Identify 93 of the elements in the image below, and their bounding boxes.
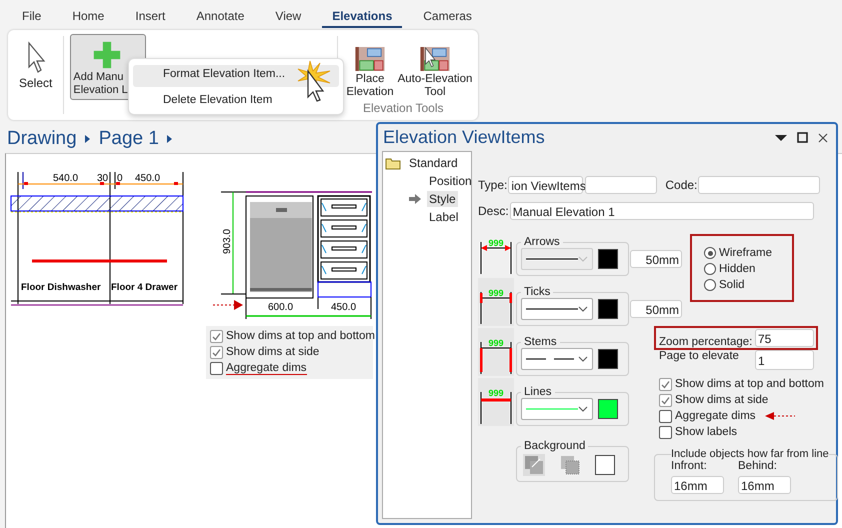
size-field[interactable]: 50mm: [630, 300, 682, 318]
dimension-label: 540.0: [53, 173, 78, 184]
pattern-icon[interactable]: [523, 454, 545, 476]
dimension-label: 450.0: [331, 302, 356, 313]
field-label: Type:: [478, 178, 508, 192]
window-title: Elevation ViewItems: [383, 127, 545, 148]
infront-field[interactable]: 16mm: [671, 476, 724, 494]
tree-item[interactable]: Position: [427, 173, 474, 189]
tree-item[interactable]: Label: [427, 209, 460, 225]
tree-item[interactable]: Style: [427, 191, 458, 207]
color-swatch[interactable]: [598, 349, 618, 369]
chevron-down-icon[interactable]: [578, 306, 588, 312]
checkbox-label: Show dims at side: [226, 346, 320, 358]
radio-button[interactable]: [704, 279, 716, 291]
field-label: Behind:: [738, 460, 778, 472]
arrow-icon: [409, 194, 421, 204]
group-title: Include objects how far from line: [671, 448, 829, 460]
menu-tab[interactable]: Home: [62, 2, 114, 28]
menu-tab[interactable]: Cameras: [413, 2, 482, 28]
line-style-dropdown[interactable]: [521, 348, 593, 370]
folder-icon: [385, 156, 401, 170]
checkbox[interactable]: [210, 346, 223, 358]
chevron-down-icon[interactable]: [578, 406, 588, 412]
group-title: Arrows: [523, 236, 561, 248]
chevron-icon[interactable]: [166, 134, 173, 144]
dimension-label: 600.0: [268, 302, 294, 313]
menu-tab[interactable]: Annotate: [186, 2, 254, 28]
cabinet-label: Floor Dishwasher: [21, 282, 101, 293]
code-field[interactable]: [698, 176, 820, 194]
elevation-cursor-icon: [418, 47, 452, 71]
group-title: Background: [523, 440, 586, 452]
radio-label: Wireframe: [719, 247, 772, 259]
field-label: Code:: [665, 178, 698, 192]
field-label: Infront:: [671, 460, 708, 472]
dropdown-icon[interactable]: [775, 134, 787, 142]
color-swatch[interactable]: [598, 399, 618, 419]
group-title: Lines: [523, 386, 552, 398]
type-field[interactable]: ion ViewItems: [508, 176, 584, 194]
checkbox-label: Aggregate dims: [675, 410, 756, 422]
checkbox[interactable]: [659, 378, 672, 390]
dimension-label: 30: [97, 173, 108, 184]
checkbox[interactable]: [659, 410, 672, 422]
dimension-label: 903.0: [222, 228, 233, 254]
field-label: Zoom percentage:: [659, 336, 752, 348]
pattern-icon[interactable]: [559, 454, 581, 476]
menu-item[interactable]: Format Elevation Item...: [133, 65, 339, 87]
breadcrumb-item[interactable]: Drawing: [7, 128, 77, 150]
maximize-icon[interactable]: [797, 132, 808, 143]
cabinet-label: Floor 4 Drawer: [111, 282, 178, 293]
close-icon[interactable]: [818, 132, 828, 142]
dimension-label: 450.0: [135, 173, 160, 184]
line-style-dropdown[interactable]: [521, 298, 593, 320]
field-label: Page to elevate: [659, 350, 739, 362]
radio-button[interactable]: [704, 263, 716, 275]
tree-item[interactable]: Standard: [407, 155, 460, 171]
arrow-icon: [212, 300, 243, 310]
menu-tab[interactable]: File: [12, 2, 52, 28]
checkbox-label: Aggregate dims: [226, 362, 307, 374]
radio-label: Hidden: [719, 263, 756, 275]
checkbox[interactable]: [210, 330, 223, 342]
field-label: Desc:: [478, 204, 509, 218]
checkbox-label: Show dims at top and bottom: [226, 330, 375, 342]
menu-tab[interactable]: Insert: [125, 2, 176, 28]
ribbon-button[interactable]: Place Elevation: [344, 40, 396, 102]
dimension-label: 0: [117, 173, 123, 184]
radio-label: Solid: [719, 279, 745, 291]
checkbox[interactable]: [659, 394, 672, 406]
group-label: Elevation Tools: [363, 101, 444, 115]
pointer-icon: [26, 41, 46, 75]
ribbon-button[interactable]: Select: [14, 34, 58, 100]
group-title: Stems: [523, 336, 558, 348]
chevron-down-icon[interactable]: [578, 356, 588, 362]
color-swatch[interactable]: [595, 455, 615, 475]
checkbox-label: Show labels: [675, 426, 738, 438]
checkbox-label: Show dims at side: [675, 394, 768, 406]
color-swatch[interactable]: [598, 299, 618, 319]
checkbox[interactable]: [210, 362, 223, 374]
radio-button[interactable]: [704, 247, 716, 259]
elevation-icon: [353, 47, 387, 71]
chevron-icon[interactable]: [84, 134, 91, 144]
behind-field[interactable]: 16mm: [738, 476, 791, 494]
input-field[interactable]: [585, 176, 658, 194]
menu-tab[interactable]: View: [265, 2, 312, 28]
zoom-field[interactable]: 75: [755, 329, 814, 347]
page-field[interactable]: 1: [755, 350, 814, 370]
ribbon-button[interactable]: Auto-Elevation Tool: [396, 40, 474, 102]
checkbox[interactable]: [659, 426, 672, 438]
menu-tab[interactable]: Elevations: [322, 2, 402, 28]
desc-field[interactable]: Manual Elevation 1: [510, 202, 814, 220]
arrow-icon: [764, 412, 795, 420]
checkbox-label: Show dims at top and bottom: [675, 378, 824, 390]
breadcrumb-item[interactable]: Page 1: [98, 128, 159, 150]
group-title: Ticks: [523, 286, 552, 298]
